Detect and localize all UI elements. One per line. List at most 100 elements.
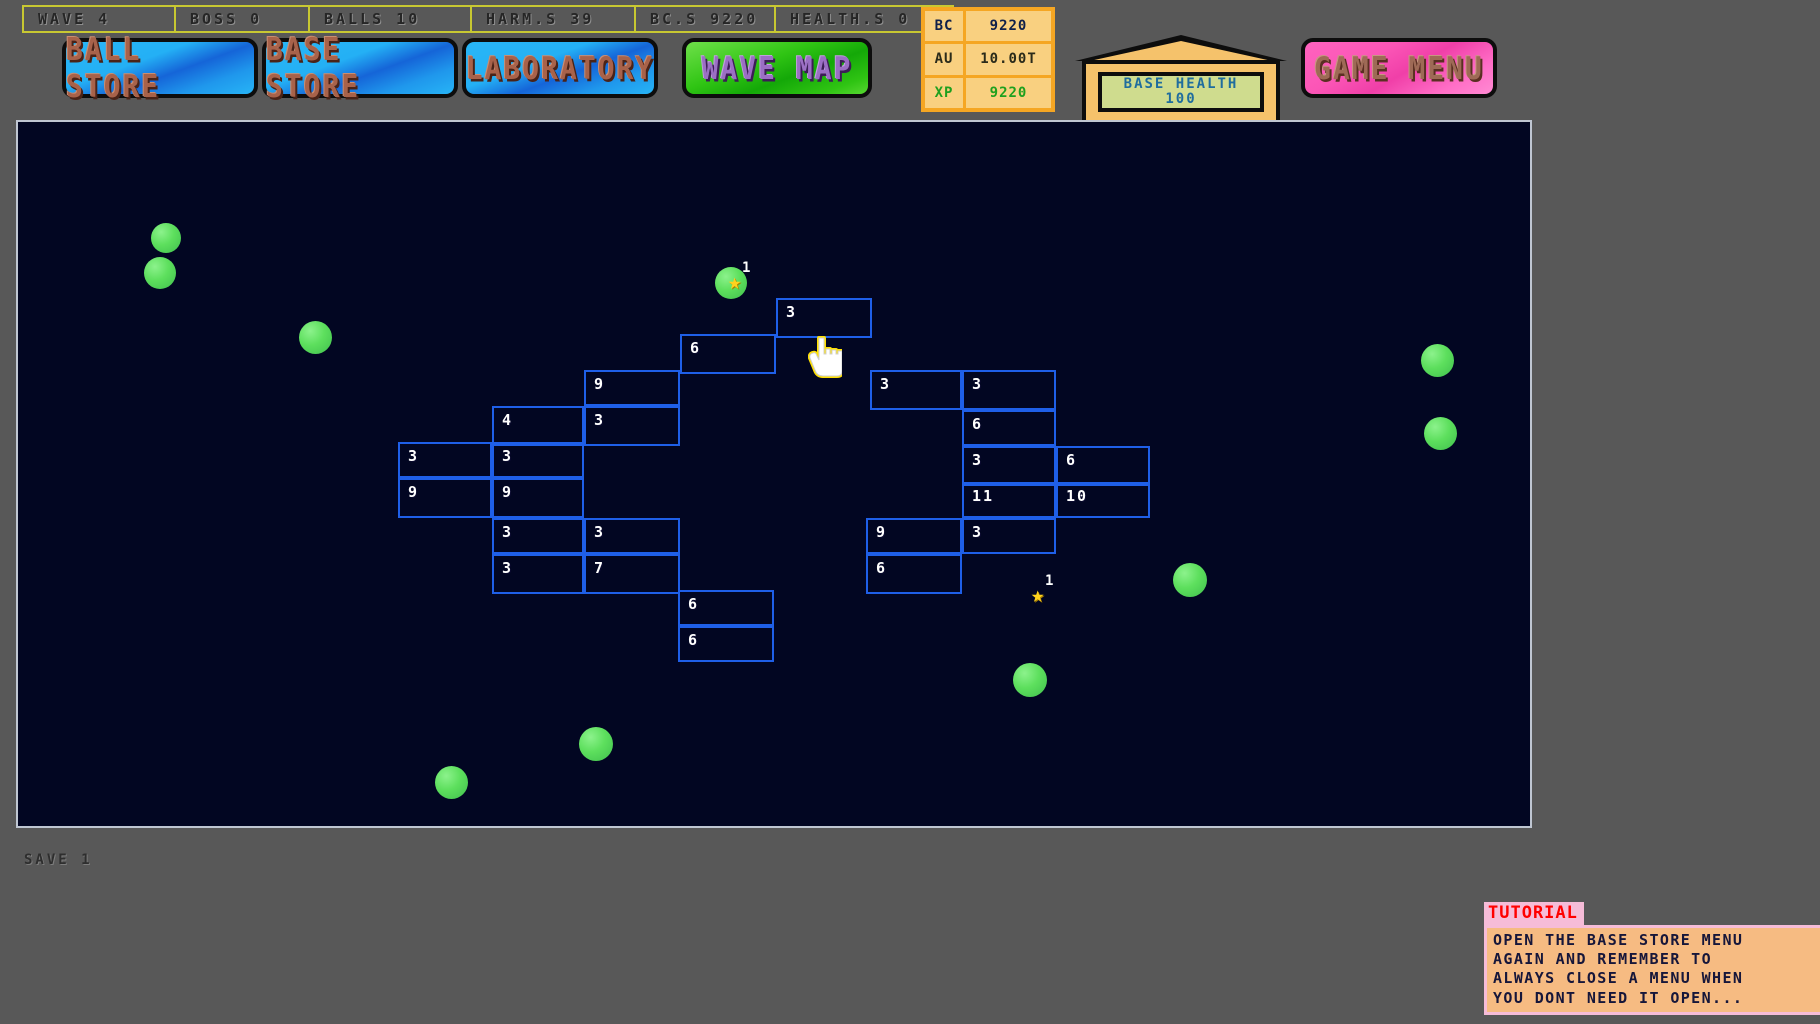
grid-cell-value: 3 [786,303,798,321]
tutorial-line: YOU DONT NEED IT OPEN... [1493,988,1744,1007]
grid-cell-value: 3 [502,559,514,577]
grid-cell-value: 4 [502,411,514,429]
grid-cell-value: 3 [594,523,606,541]
tutorial-line: AGAIN AND REMEMBER TO [1493,950,1713,969]
enemy-orb[interactable] [151,223,181,253]
status-balls: BALLS 10 [310,7,472,31]
grid-cell-value: 9 [594,375,606,393]
enemy-orb[interactable] [299,321,332,354]
grid-cell[interactable]: 3 [870,370,962,410]
grid-cell[interactable]: 6 [1056,446,1150,486]
star-count: 1 [1045,573,1054,589]
grid-cell[interactable]: 7 [584,554,680,594]
grid-cell-value: 3 [502,523,514,541]
grid-cell-value: 11 [972,487,995,505]
nav-button-row: BALL STORE BASE STORE LABORATORY WAVE MA… [0,31,1820,105]
grid-cell[interactable]: 9 [492,478,584,518]
wave-map-button[interactable]: WAVE MAP [682,38,872,98]
grid-cell-value: 3 [972,523,984,541]
grid-cell-value: 3 [502,447,514,465]
enemy-orb[interactable] [435,766,468,799]
grid-cell[interactable]: 10 [1056,482,1150,518]
grid-cell[interactable]: 11 [962,482,1056,518]
enemy-orb[interactable] [1173,563,1207,597]
grid-cell[interactable]: 9 [584,370,680,406]
grid-cell[interactable]: 6 [962,410,1056,446]
resource-value-xp: 9220 [966,77,1051,108]
game-play-area[interactable]: 3 6 9 3 4 3 3 9 9 3 3 3 7 6 6 3 3 6 3 6 11 10 9 3 6 ★ 1 ★ 1 [16,120,1532,828]
base-health-widget: BASE HEALTH 100 [1075,35,1287,120]
grid-cell-value: 7 [594,559,606,577]
grid-cell-value: 3 [408,447,420,465]
game-menu-button[interactable]: GAME MENU [1301,38,1497,98]
tutorial-panel: TUTORIAL OPEN THE BASE STORE MENU AGAIN … [1484,902,1820,1015]
grid-cell-value: 6 [972,415,984,433]
ball-store-label: BALL STORE [66,31,161,105]
grid-cell[interactable]: 3 [962,446,1056,486]
grid-cell-value: 6 [876,559,888,577]
game-window: WAVE 4 BOSS 0 BALLS 10 HARM.S 39 BC.S 92… [0,0,1820,1024]
grid-cell-value: 10 [1066,487,1089,505]
resource-key-xp: XP [925,77,963,108]
status-bar: WAVE 4 BOSS 0 BALLS 10 HARM.S 39 BC.S 92… [22,5,954,33]
grid-cell[interactable]: 6 [678,590,774,626]
enemy-orb[interactable] [1421,344,1454,377]
tutorial-line: OPEN THE BASE STORE MENU [1493,931,1744,949]
grid-cell[interactable]: 3 [584,518,680,554]
laboratory-button[interactable]: LABORATORY [462,38,658,98]
resource-row-xp: XP 9220 [925,77,1051,108]
grid-cell[interactable]: 6 [866,554,962,594]
resource-key-au: AU [925,44,963,75]
enemy-orb[interactable] [1424,417,1457,450]
status-harms: HARM.S 39 [472,7,636,31]
enemy-orb[interactable] [1013,663,1047,697]
grid-cell-value: 3 [880,375,892,393]
enemy-orb[interactable] [144,257,176,289]
grid-cell[interactable]: 9 [866,518,962,554]
pointer-hand-icon [807,336,844,380]
save-slot-label: SAVE 1 [24,852,93,868]
base-health-value: 100 [1165,91,1197,107]
resource-panel: BC 9220 AU 10.00T XP 9220 [921,7,1055,112]
game-menu-label: GAME MENU [1314,49,1484,87]
grid-cell[interactable]: 3 [776,298,872,338]
grid-cell[interactable]: 3 [584,406,680,446]
grid-cell[interactable]: 3 [492,442,584,478]
grid-cell-value: 6 [690,339,702,357]
tutorial-body: OPEN THE BASE STORE MENU AGAIN AND REMEM… [1484,925,1820,1015]
tutorial-line: ALWAYS CLOSE A MENU WHEN [1493,969,1744,988]
grid-cell-value: 3 [594,411,606,429]
grid-cell-value: 6 [688,595,700,613]
house-body: BASE HEALTH 100 [1082,60,1280,120]
status-bcs: BC.S 9220 [636,7,776,31]
grid-cell[interactable]: 3 [492,518,584,554]
grid-cell[interactable]: 3 [962,370,1056,410]
base-store-label: BASE STORE [266,31,361,105]
grid-cell-value: 9 [408,483,420,501]
grid-cell[interactable]: 9 [398,478,492,518]
grid-cell-value: 9 [876,523,888,541]
base-store-button[interactable]: BASE STORE [262,31,458,105]
grid-cell[interactable]: 6 [678,626,774,662]
resource-value-bc: 9220 [966,11,1051,42]
grid-cell[interactable]: 4 [492,406,584,446]
enemy-orb[interactable] [579,727,613,761]
star-icon: ★ [1031,583,1045,608]
resource-key-bc: BC [925,11,963,42]
grid-cell-value: 6 [688,631,700,649]
star-icon: ★ [728,270,742,295]
status-wave: WAVE 4 [24,7,176,31]
resource-row-bc: BC 9220 [925,11,1051,42]
grid-cell-value: 3 [972,451,984,469]
house-roof-inner-icon [1085,41,1277,62]
laboratory-label: LABORATORY [465,49,655,87]
resource-value-au: 10.00T [966,44,1051,75]
grid-cell[interactable]: 3 [398,442,492,478]
status-boss: BOSS 0 [176,7,310,31]
base-health-screen: BASE HEALTH 100 [1098,72,1264,112]
ball-store-button[interactable]: BALL STORE [62,31,258,105]
grid-cell-value: 9 [502,483,514,501]
grid-cell[interactable]: 6 [680,334,776,374]
grid-cell[interactable]: 3 [492,554,584,594]
grid-cell[interactable]: 3 [962,518,1056,554]
